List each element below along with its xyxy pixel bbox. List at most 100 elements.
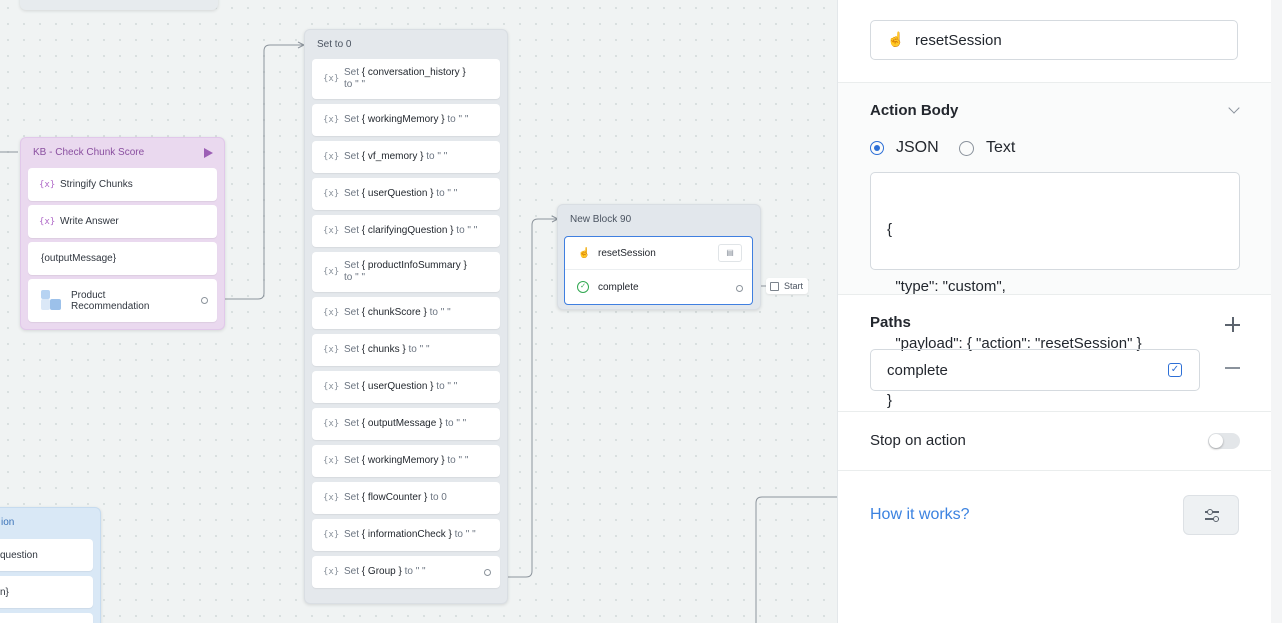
set-block[interactable]: Set to 0 {x} Set { conversation_history }… <box>304 29 508 604</box>
set-step[interactable]: {x} Set { outputMessage } to " " <box>312 408 500 440</box>
variable-name: { userQuestion } <box>361 381 434 392</box>
assigned-value: to " " <box>447 455 469 466</box>
step-write-answer[interactable]: {x} Write Answer <box>28 205 217 238</box>
action-body-title: Action Body <box>870 102 959 119</box>
set-step-text: Set { userQuestion } to " " <box>344 188 457 200</box>
assigned-value: to 0 <box>430 492 447 503</box>
step-label: Stringify Chunks <box>60 179 133 190</box>
set-step[interactable]: {x} Set { productInfoSummary } to " " <box>312 252 500 292</box>
set-step[interactable]: {x} Set { workingMemory } to " " <box>312 104 500 136</box>
assigned-value: to " " <box>344 272 365 283</box>
step-product-recommendation[interactable]: Product Recommendation <box>28 279 217 322</box>
name-section: ☝ resetSession <box>838 0 1272 83</box>
start-icon <box>770 281 779 291</box>
chevron-down-icon[interactable] <box>1228 102 1240 114</box>
action-body-editor[interactable]: { "type": "custom", "payload": { "action… <box>870 172 1240 409</box>
partial-block-title: ion <box>1 517 15 528</box>
set-step[interactable]: {x} Set { chunkScore } to " " <box>312 297 500 329</box>
new-block-90[interactable]: New Block 90 ☝ resetSession ▤ ✓ complete <box>557 204 761 310</box>
custom-action-icon: ☝ <box>887 31 905 47</box>
kb-check-block[interactable]: KB - Check Chunk Score {x} Stringify Chu… <box>20 137 225 330</box>
set-step[interactable]: {x} Set { flowCounter } to 0 <box>312 482 500 514</box>
output-port[interactable] <box>736 285 743 292</box>
output-port[interactable] <box>484 569 491 576</box>
radio-json[interactable]: JSON <box>870 139 939 157</box>
radio-text-label: Text <box>986 139 1016 156</box>
checkbox-checked-icon[interactable]: ✓ <box>1168 363 1182 377</box>
variable-icon: {x} <box>323 115 340 125</box>
set-keyword: Set <box>344 492 360 503</box>
step-complete-path[interactable]: ✓ complete <box>565 271 752 304</box>
set-keyword: Set <box>344 307 360 318</box>
variable-name: { userQuestion } <box>361 188 434 199</box>
set-step-text: Set { workingMemory } to " " <box>344 114 468 126</box>
output-port[interactable] <box>201 297 208 304</box>
variable-name: { workingMemory } <box>361 455 445 466</box>
settings-sliders-button[interactable] <box>1183 495 1239 535</box>
variable-name: { chunks } <box>361 344 406 355</box>
partial-step-3[interactable] <box>0 613 93 623</box>
set-keyword: Set <box>344 344 360 355</box>
variable-icon: {x} <box>323 152 340 162</box>
assigned-value: to " " <box>429 307 451 318</box>
panel-scroll-edge[interactable] <box>1271 0 1282 623</box>
assigned-value: to " " <box>445 418 467 429</box>
set-step[interactable]: {x} Set { workingMemory } to " " <box>312 445 500 477</box>
remove-path-icon[interactable] <box>1225 367 1240 369</box>
set-step[interactable]: {x} Set { Group } to " " <box>312 556 500 588</box>
partial-block[interactable]: ion question n} <box>0 507 101 623</box>
play-icon[interactable] <box>204 148 213 158</box>
set-keyword: Set <box>344 381 360 392</box>
sliders-icon <box>1205 509 1219 522</box>
flow-canvas[interactable]: KB - Check Chunk Score {x} Stringify Chu… <box>0 0 837 623</box>
variable-name: { workingMemory } <box>361 114 445 125</box>
set-step[interactable]: {x} Set { clarifyingQuestion } to " " <box>312 215 500 247</box>
variable-name: { clarifyingQuestion } <box>361 225 454 236</box>
add-path-icon[interactable] <box>1225 317 1240 332</box>
start-label: Start <box>784 281 804 291</box>
assigned-value: to " " <box>436 188 458 199</box>
clipped-block-top <box>20 0 218 10</box>
set-keyword: Set <box>344 151 360 162</box>
action-name-input[interactable]: ☝ resetSession <box>870 20 1238 60</box>
assigned-value: to " " <box>454 529 476 540</box>
set-step[interactable]: {x} Set { userQuestion } to " " <box>312 178 500 210</box>
radio-selected <box>870 141 884 155</box>
variable-name: { Group } <box>361 566 402 577</box>
step-label: Write Answer <box>60 216 119 227</box>
kb-block-title: KB - Check Chunk Score <box>33 147 145 158</box>
action-settings-icon[interactable]: ▤ <box>718 244 742 262</box>
set-step-text: Set { chunkScore } to " " <box>344 307 451 319</box>
variable-icon: {x} <box>323 567 340 577</box>
set-step[interactable]: {x} Set { informationCheck } to " " <box>312 519 500 551</box>
stop-label: Stop on action <box>870 432 966 449</box>
variable-name: { informationCheck } <box>361 529 452 540</box>
assigned-value: to " " <box>426 151 448 162</box>
set-step[interactable]: {x} Set { userQuestion } to " " <box>312 371 500 403</box>
how-it-works-link[interactable]: How it works? <box>870 506 970 524</box>
path-input[interactable]: complete ✓ <box>870 349 1200 391</box>
variable-icon: {x} <box>323 345 340 355</box>
start-chip[interactable]: Start <box>766 278 809 294</box>
step-output-message[interactable]: {outputMessage} <box>28 242 217 275</box>
radio-json-label: JSON <box>896 139 939 156</box>
step-stringify-chunks[interactable]: {x} Stringify Chunks <box>28 168 217 201</box>
set-step-text: Set { clarifyingQuestion } to " " <box>344 225 477 237</box>
set-step-text: Set { workingMemory } to " " <box>344 455 468 467</box>
paths-section: Paths complete ✓ <box>838 295 1272 412</box>
set-step[interactable]: {x} Set { chunks } to " " <box>312 334 500 366</box>
action-body-section: Action Body JSON Text { "type": "custom"… <box>838 83 1272 409</box>
variable-icon: {x} <box>323 493 340 503</box>
partial-step-question[interactable]: question <box>0 539 93 571</box>
step-reset-session[interactable]: ☝ resetSession ▤ <box>565 237 752 270</box>
set-step[interactable]: {x} Set { vf_memory } to " " <box>312 141 500 173</box>
variable-name: { flowCounter } <box>361 492 428 503</box>
set-keyword: Set <box>344 260 360 271</box>
variable-icon: {x} <box>39 216 56 227</box>
radio-text[interactable]: Text <box>959 139 1015 157</box>
set-step[interactable]: {x} Set { conversation_history } to " " <box>312 59 500 99</box>
new-block-title: New Block 90 <box>570 214 632 225</box>
partial-step-2[interactable]: n} <box>0 576 93 608</box>
stop-toggle[interactable] <box>1208 433 1240 449</box>
step-label: n} <box>0 586 9 598</box>
